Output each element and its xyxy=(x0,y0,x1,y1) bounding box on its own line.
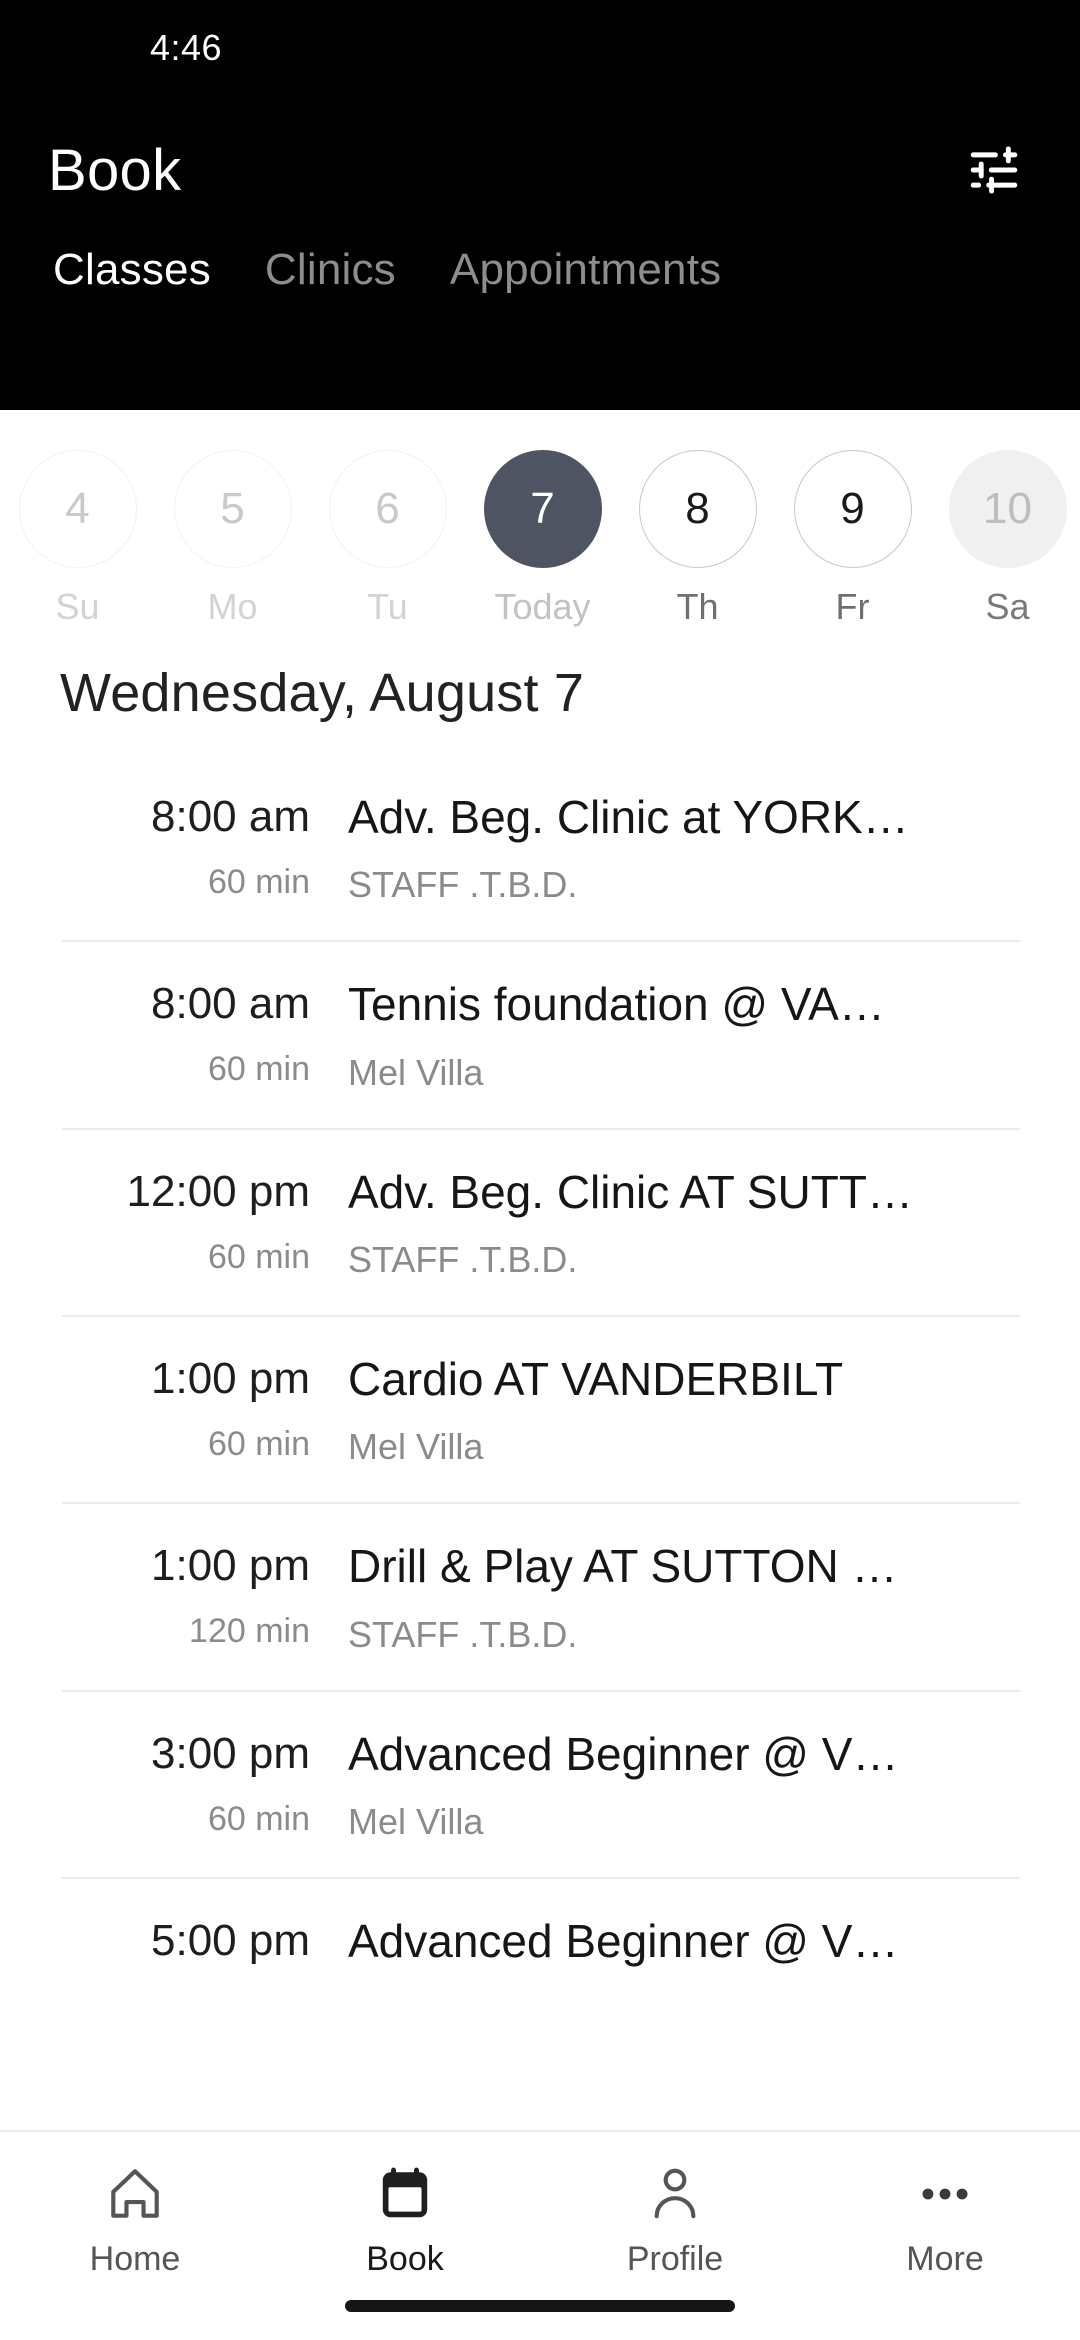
class-time-block: 5:00 pm xyxy=(62,1915,340,1987)
class-time-block: 12:00 pm 60 min xyxy=(62,1166,340,1277)
filter-tune-icon[interactable] xyxy=(956,132,1032,208)
date-weekday: Tu xyxy=(367,586,408,627)
class-start-time: 5:00 pm xyxy=(151,1916,310,1966)
class-duration: 60 min xyxy=(207,1799,310,1838)
class-instructor: STAFF .T.B.D. xyxy=(348,1239,578,1281)
nav-label-book: Book xyxy=(366,2240,444,2278)
date-strip[interactable]: 4 Su 5 Mo 6 Tu 7 Today 8 Th 9 Fr 10 Sa xyxy=(0,410,1080,630)
date-number: 4 xyxy=(18,450,137,568)
date-number: 6 xyxy=(328,450,447,568)
app-header: 4:46 Book Classes Clinics Appointments xyxy=(0,0,1080,410)
class-start-time: 1:00 pm xyxy=(151,1541,310,1591)
nav-label-more: More xyxy=(906,2240,984,2278)
date-number: 8 xyxy=(638,450,757,568)
class-start-time: 3:00 pm xyxy=(151,1728,310,1778)
class-start-time: 8:00 am xyxy=(151,792,310,841)
status-bar: 4:46 xyxy=(0,0,1080,95)
class-start-time: 12:00 pm xyxy=(126,1166,310,1216)
class-title: Advanced Beginner @ V… xyxy=(348,1915,899,1968)
class-info-block: Advanced Beginner @ V… xyxy=(340,1915,1020,1988)
class-start-time: 1:00 pm xyxy=(151,1354,310,1404)
class-time-block: 8:00 am 60 min xyxy=(62,791,340,902)
class-row[interactable]: 8:00 am 60 min Tennis foundation @ VA… M… xyxy=(62,940,1020,1127)
person-icon xyxy=(644,2158,706,2230)
class-start-time: 8:00 am xyxy=(151,979,310,1029)
home-indicator xyxy=(345,2300,735,2312)
class-title: Advanced Beginner @ V… xyxy=(348,1727,899,1780)
nav-item-profile[interactable]: Profile xyxy=(540,2158,810,2279)
date-weekday: Sa xyxy=(985,586,1030,627)
class-time-block: 8:00 am 60 min xyxy=(62,978,340,1089)
date-number: 10 xyxy=(948,450,1067,568)
class-info-block: Cardio AT VANDERBILT Mel Villa xyxy=(340,1353,1020,1468)
class-time-block: 1:00 pm 60 min xyxy=(62,1353,340,1464)
class-duration: 60 min xyxy=(207,1237,310,1276)
class-row[interactable]: 12:00 pm 60 min Adv. Beg. Clinic AT SUTT… xyxy=(62,1127,1020,1315)
class-title: Cardio AT VANDERBILT xyxy=(348,1353,844,1406)
class-duration: 60 min xyxy=(207,1050,310,1089)
class-instructor: STAFF .T.B.D. xyxy=(348,864,578,906)
date-weekday: Fr xyxy=(835,586,870,627)
class-row[interactable]: 1:00 pm 60 min Cardio AT VANDERBILT Mel … xyxy=(62,1315,1020,1502)
class-row[interactable]: 3:00 pm 60 min Advanced Beginner @ V… Me… xyxy=(62,1689,1020,1877)
date-weekday: Su xyxy=(55,586,100,627)
app-root: 4:46 Book Classes Clinics Appointments 4… xyxy=(0,0,1080,2340)
nav-item-book[interactable]: Book xyxy=(270,2158,540,2279)
class-instructor: Mel Villa xyxy=(348,1426,484,1468)
class-title: Adv. Beg. Clinic at YORK… xyxy=(348,791,909,843)
app-bar: Book xyxy=(0,95,1080,245)
class-row[interactable]: 5:00 pm Advanced Beginner @ V… xyxy=(62,1877,1020,2022)
tab-classes[interactable]: Classes xyxy=(26,245,238,295)
schedule-date-heading: Wednesday, August 7 xyxy=(60,662,585,723)
class-row[interactable]: 8:00 am 60 min Adv. Beg. Clinic at YORK…… xyxy=(62,755,1020,940)
date-number: 5 xyxy=(173,450,292,568)
date-weekday: Mo xyxy=(207,586,258,627)
calendar-icon xyxy=(374,2158,436,2230)
class-time-block: 1:00 pm 120 min xyxy=(62,1540,340,1651)
date-cell-5[interactable]: 5 Mo xyxy=(155,450,310,628)
tab-bar: Classes Clinics Appointments xyxy=(0,245,1080,355)
class-duration: 60 min xyxy=(207,1424,310,1463)
class-info-block: Advanced Beginner @ V… Mel Villa xyxy=(340,1728,1020,1843)
bottom-navigation: Home Book Profile More xyxy=(0,2130,1080,2340)
class-row[interactable]: 1:00 pm 120 min Drill & Play AT SUTTON …… xyxy=(62,1502,1020,1689)
class-list: 8:00 am 60 min Adv. Beg. Clinic at YORK…… xyxy=(0,755,1080,2130)
class-title: Adv. Beg. Clinic AT SUTT… xyxy=(348,1165,913,1218)
nav-item-more[interactable]: More xyxy=(810,2158,1080,2279)
more-dots-icon xyxy=(914,2158,976,2230)
class-title: Tennis foundation @ VA… xyxy=(348,978,885,1031)
status-bar-clock: 4:46 xyxy=(150,26,223,68)
tab-appointments[interactable]: Appointments xyxy=(423,245,748,295)
home-icon xyxy=(104,2158,166,2230)
date-cell-9[interactable]: 9 Fr xyxy=(775,450,930,628)
date-cell-8[interactable]: 8 Th xyxy=(620,450,775,628)
class-duration: 120 min xyxy=(189,1612,310,1651)
class-info-block: Tennis foundation @ VA… Mel Villa xyxy=(340,978,1020,1093)
date-number: 7 xyxy=(483,450,602,568)
class-instructor: STAFF .T.B.D. xyxy=(348,1613,578,1655)
class-time-block: 3:00 pm 60 min xyxy=(62,1728,340,1839)
date-cell-6[interactable]: 6 Tu xyxy=(310,450,465,628)
class-duration: 60 min xyxy=(207,862,310,901)
page-title: Book xyxy=(48,137,182,203)
nav-item-home[interactable]: Home xyxy=(0,2158,270,2279)
nav-label-home: Home xyxy=(89,2240,181,2278)
date-number: 9 xyxy=(793,450,912,568)
class-instructor: Mel Villa xyxy=(348,1801,484,1843)
class-instructor: Mel Villa xyxy=(348,1051,484,1093)
class-info-block: Adv. Beg. Clinic AT SUTT… STAFF .T.B.D. xyxy=(340,1166,1020,1281)
date-cell-4[interactable]: 4 Su xyxy=(0,450,155,628)
class-info-block: Drill & Play AT SUTTON … STAFF .T.B.D. xyxy=(340,1540,1020,1655)
class-title: Drill & Play AT SUTTON … xyxy=(348,1540,898,1593)
date-weekday: Today xyxy=(494,586,591,627)
date-cell-7-today[interactable]: 7 Today xyxy=(465,450,620,628)
date-cell-10[interactable]: 10 Sa xyxy=(930,450,1080,628)
date-weekday: Th xyxy=(676,586,719,627)
tab-clinics[interactable]: Clinics xyxy=(238,245,423,295)
nav-label-profile: Profile xyxy=(626,2240,724,2278)
class-info-block: Adv. Beg. Clinic at YORK… STAFF .T.B.D. xyxy=(340,791,1020,906)
